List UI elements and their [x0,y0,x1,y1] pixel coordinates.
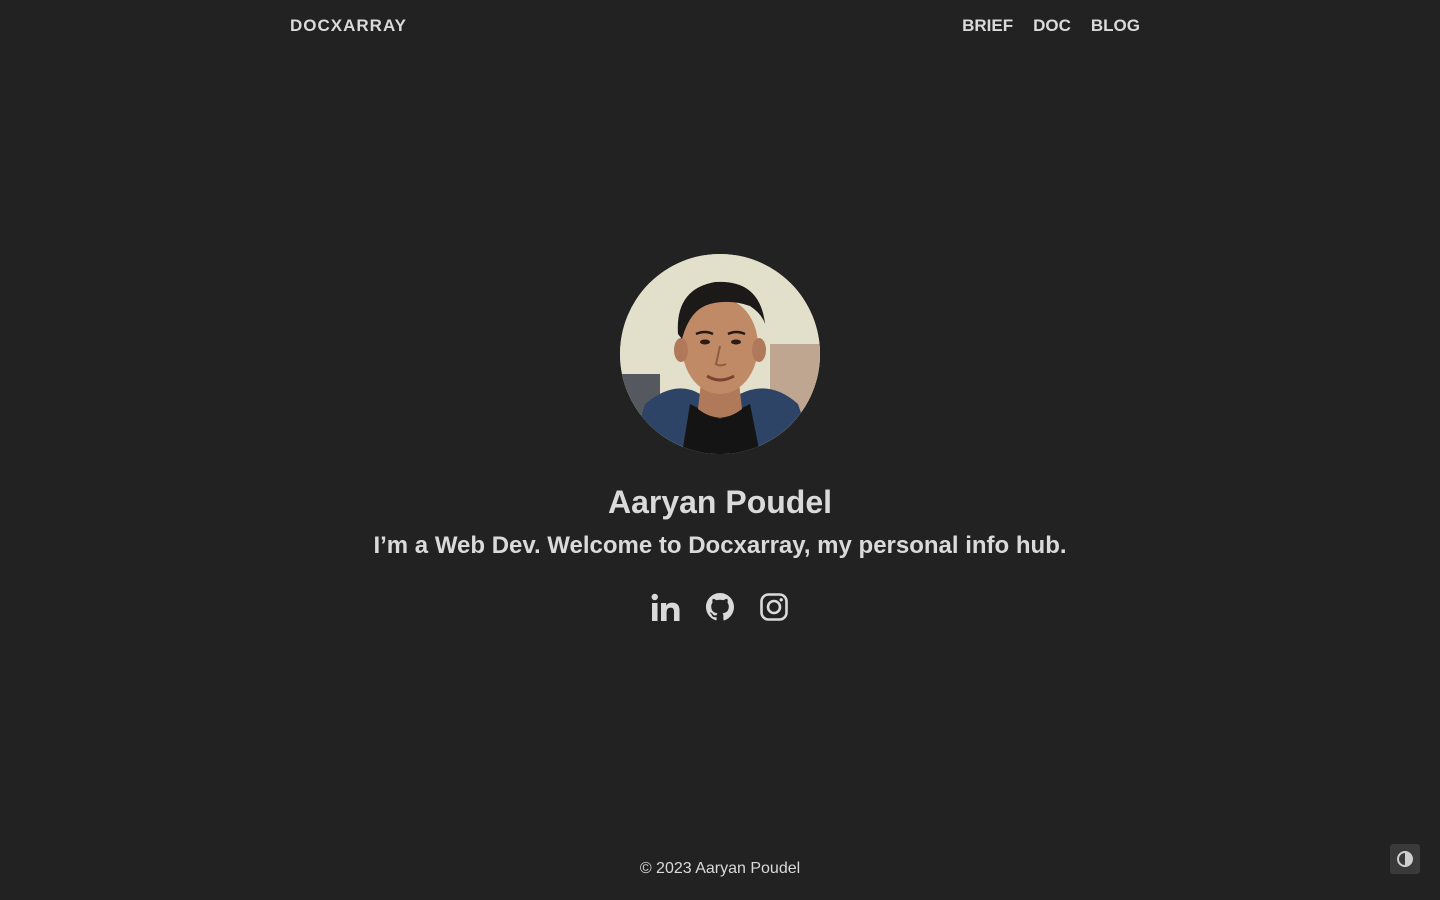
brand-logo-link[interactable]: DOCXARRAY [290,16,407,36]
profile-photo [620,254,820,454]
linkedin-link[interactable] [650,591,682,623]
page: DOCXARRAY BRIEF DOC BLOG Aaryan Poudel I… [0,0,1440,900]
github-link[interactable] [704,591,736,623]
instagram-icon [760,593,788,621]
profile-tagline: I’m a Web Dev. Welcome to Docxarray, my … [373,532,1067,559]
linkedin-icon [651,593,680,621]
main-nav: BRIEF DOC BLOG [962,16,1140,36]
theme-toggle-button[interactable] [1390,844,1420,874]
instagram-link[interactable] [758,591,790,623]
nav-item-brief[interactable]: BRIEF [962,16,1013,36]
avatar [620,254,820,454]
footer-copyright: © 2023 Aaryan Poudel [639,860,801,877]
github-icon [706,593,734,621]
profile-name: Aaryan Poudel [607,484,833,520]
nav-item-blog[interactable]: BLOG [1091,16,1140,36]
contrast-icon [1397,851,1413,867]
nav-item-doc[interactable]: DOC [1033,16,1071,36]
site-header: DOCXARRAY BRIEF DOC BLOG [290,0,1140,52]
social-links [0,591,1440,623]
